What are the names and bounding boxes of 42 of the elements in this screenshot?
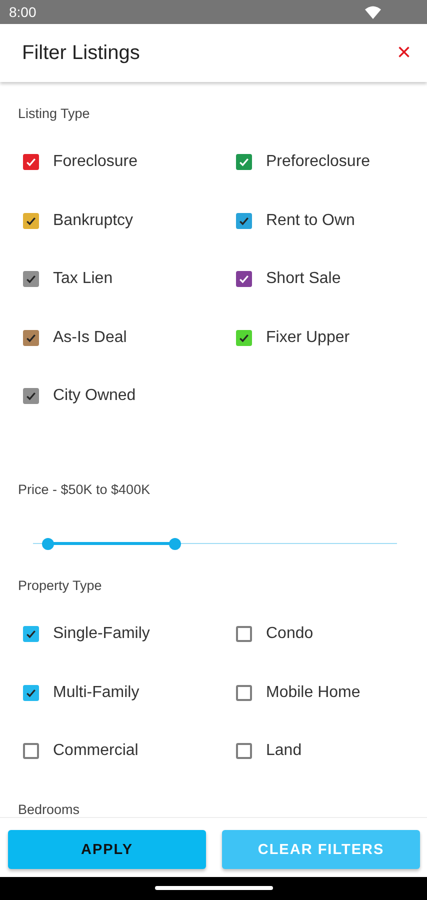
section-label: Property Type [18,578,103,593]
checkbox[interactable] [23,684,39,701]
checkbox-label: City Owned [53,387,136,406]
checkbox[interactable] [23,626,39,642]
checkbox-label: Multi-Family [53,684,140,702]
status-time: 8:00 [9,4,36,20]
checkbox[interactable] [23,743,39,760]
checkbox[interactable] [23,212,39,229]
close-button[interactable]: × [392,41,415,66]
slider-thumb[interactable] [168,538,181,550]
checkbox[interactable] [23,388,39,404]
checkbox[interactable] [23,154,39,170]
checkbox-label: Single-Family [53,625,150,643]
wifi-icon [365,6,381,19]
section-label: Listing Type [18,106,91,121]
checkbox[interactable] [236,743,252,760]
checkbox[interactable] [236,212,252,229]
dialog-title: Filter Listings [22,42,140,65]
checkbox[interactable] [236,330,252,346]
checkbox-label: Foreclosure [53,153,138,172]
slider-thumb[interactable] [42,538,54,550]
checkbox-label: Land [266,742,302,760]
checkbox[interactable] [236,154,252,170]
checkbox[interactable] [23,271,39,288]
section-label: Bedrooms [18,802,81,818]
checkbox-label: Fixer Upper [266,328,350,347]
section-label: Price - $50K to $400K [18,482,152,497]
apply-button[interactable]: APPLY [8,830,206,870]
checkbox-label: As-Is Deal [53,328,127,347]
checkbox[interactable] [236,271,252,288]
checkbox-label: Rent to Own [266,212,355,230]
checkbox[interactable] [236,684,252,701]
checkbox-label: Tax Lien [53,270,113,288]
home-indicator[interactable] [154,886,272,890]
checkbox[interactable] [23,330,39,346]
checkbox-label: Commercial [53,742,138,760]
checkbox-label: Bankruptcy [53,212,134,230]
checkbox[interactable] [236,626,252,642]
checkbox-label: Preforeclosure [266,153,370,172]
checkbox-label: Short Sale [266,270,341,288]
checkbox-label: Condo [266,625,314,643]
checkbox-label: Mobile Home [266,684,360,702]
